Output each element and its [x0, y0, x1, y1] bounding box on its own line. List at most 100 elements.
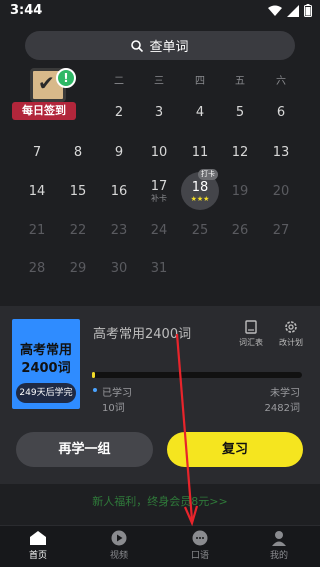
tab-mine-label: 我的 — [269, 551, 288, 561]
promo-banner[interactable]: 新人福利，终身会员8元>> — [0, 493, 320, 515]
calendar-day-number: 14 — [28, 183, 46, 199]
calendar-day[interactable]: 22 — [60, 212, 96, 248]
book-icon — [245, 320, 257, 334]
calendar-day[interactable]: 12 — [222, 134, 258, 170]
tab-video-label: 视频 — [109, 551, 128, 561]
book-cover[interactable]: 高考常用 2400词 249天后学完 — [12, 319, 80, 409]
calendar-day-number: 13 — [272, 144, 290, 160]
calendar-day-number: 29 — [69, 260, 87, 276]
calendar-day[interactable]: 10 — [141, 134, 177, 170]
calendar-day[interactable]: 8 — [60, 134, 96, 170]
change-plan-label: 改计划 — [279, 338, 303, 347]
study-panel: 高考常用 2400词 249天后学完 高考常用2400词 词汇表 改计划 已学习… — [0, 306, 320, 484]
calendar-day[interactable]: 17 补卡 — [141, 173, 177, 209]
calendar-day-number: 11 — [191, 144, 209, 160]
calendar-day-number: 31 — [150, 260, 168, 276]
calendar-day[interactable]: 29 — [60, 250, 96, 286]
progress-fill — [92, 372, 96, 378]
calendar-day-number: 9 — [114, 144, 124, 160]
calendar-day[interactable]: 3 — [141, 94, 177, 130]
calendar-day-number: 6 — [276, 104, 286, 120]
calendar-day-number: 4 — [195, 104, 205, 120]
book-cover-title: 高考常用 — [19, 343, 72, 358]
learn-again-button[interactable]: 再学一组 — [16, 432, 153, 467]
calendar-day[interactable]: 16 — [101, 173, 137, 209]
tab-mine[interactable]: 我的 — [249, 530, 309, 561]
calendar-day[interactable]: 4 — [182, 94, 218, 130]
calendar-day-number: 7 — [32, 144, 42, 160]
calendar-day-number: 26 — [231, 222, 249, 238]
wordlist-button[interactable]: 词汇表 — [231, 320, 271, 348]
days-left-badge: 249天后学完 — [16, 383, 76, 403]
calendar-day-number: 19 — [231, 183, 249, 199]
calendar-day[interactable]: 6 — [263, 94, 299, 130]
today-checkin-badge: 打卡 — [198, 169, 218, 180]
calendar-grid: 2 3 4 5 6 7 8 9 10 11 12 13 14 15 16 17 补卡 18 ★★★ 19 20 21 22 2… — [0, 0, 320, 300]
tab-video[interactable]: 视频 — [89, 530, 149, 561]
calendar-day[interactable]: 28 — [19, 250, 55, 286]
calendar-day-number: 25 — [191, 222, 209, 238]
calendar-day-number: 18 — [191, 179, 209, 195]
calendar-day[interactable]: 19 — [222, 173, 258, 209]
calendar-day[interactable]: 21 — [19, 212, 55, 248]
calendar-day-number: 5 — [235, 104, 245, 120]
calendar-day[interactable]: 20 — [263, 173, 299, 209]
calendar-day-number: 20 — [272, 183, 290, 199]
alert-badge: ! — [56, 68, 76, 88]
calendar-day[interactable]: 15 — [60, 173, 96, 209]
gear-icon — [285, 321, 297, 333]
calendar-day[interactable]: 31 — [141, 250, 177, 286]
tab-home-label: 首页 — [28, 551, 47, 561]
makeup-checkin-label: 补卡 — [151, 194, 167, 203]
learned-count: 10词 — [102, 403, 125, 414]
calendar-day[interactable]: 2 — [101, 94, 137, 130]
unlearned-count: 2482词 — [264, 403, 300, 414]
speech-icon — [192, 530, 208, 546]
calendar-day[interactable]: 25 — [182, 212, 218, 248]
calendar-day[interactable]: 11 — [182, 134, 218, 170]
calendar-day-number: 10 — [150, 144, 168, 160]
book-cover-subtitle: 2400词 — [21, 361, 71, 376]
calendar-day[interactable]: 24 — [141, 212, 177, 248]
play-icon — [111, 530, 127, 546]
calendar-day-number: 15 — [69, 183, 87, 199]
calendar-day-number: 21 — [28, 222, 46, 238]
calendar-day-number: 28 — [28, 260, 46, 276]
calendar-day[interactable]: 13 — [263, 134, 299, 170]
unlearned-label: 未学习 — [270, 388, 300, 399]
learned-dot — [93, 388, 97, 392]
tab-bar: 首页 视频 口语 我的 — [0, 525, 320, 567]
calendar-day[interactable]: 9 — [101, 134, 137, 170]
calendar-day[interactable]: 5 — [222, 94, 258, 130]
calendar-day[interactable]: 26 — [222, 212, 258, 248]
tab-speaking-label: 口语 — [190, 551, 209, 561]
calendar-day[interactable]: 7 — [19, 134, 55, 170]
calendar-day-number: 3 — [154, 104, 164, 120]
calendar-day-number: 22 — [69, 222, 87, 238]
calendar-day[interactable]: 23 — [101, 212, 137, 248]
calendar-day-number: 27 — [272, 222, 290, 238]
tab-home[interactable]: 首页 — [8, 530, 68, 561]
calendar-day-number: 8 — [73, 144, 83, 160]
tab-speaking[interactable]: 口语 — [170, 530, 230, 561]
progress-bar — [92, 372, 302, 378]
review-button[interactable]: 复习 — [167, 432, 303, 467]
calendar-day-number: 30 — [110, 260, 128, 276]
home-icon — [30, 531, 46, 545]
book-name[interactable]: 高考常用2400词 — [93, 323, 191, 342]
calendar-day-number: 23 — [110, 222, 128, 238]
daily-checkin-button[interactable]: ✔ ! 每日签到 — [12, 66, 76, 120]
calendar-day[interactable]: 27 — [263, 212, 299, 248]
user-icon — [272, 531, 286, 546]
wordlist-label: 词汇表 — [239, 338, 263, 347]
learned-label: 已学习 — [102, 388, 132, 399]
calendar-day[interactable]: 14 — [19, 173, 55, 209]
calendar-day[interactable]: 30 — [101, 250, 137, 286]
checkin-label: 每日签到 — [12, 102, 76, 120]
calendar-day-number: 12 — [231, 144, 249, 160]
calendar-day-number: 24 — [150, 222, 168, 238]
star-rating: ★★★ — [190, 194, 210, 203]
change-plan-button[interactable]: 改计划 — [271, 320, 311, 348]
calendar-day-number: 17 — [150, 179, 168, 194]
calendar-day-number: 16 — [110, 183, 128, 199]
